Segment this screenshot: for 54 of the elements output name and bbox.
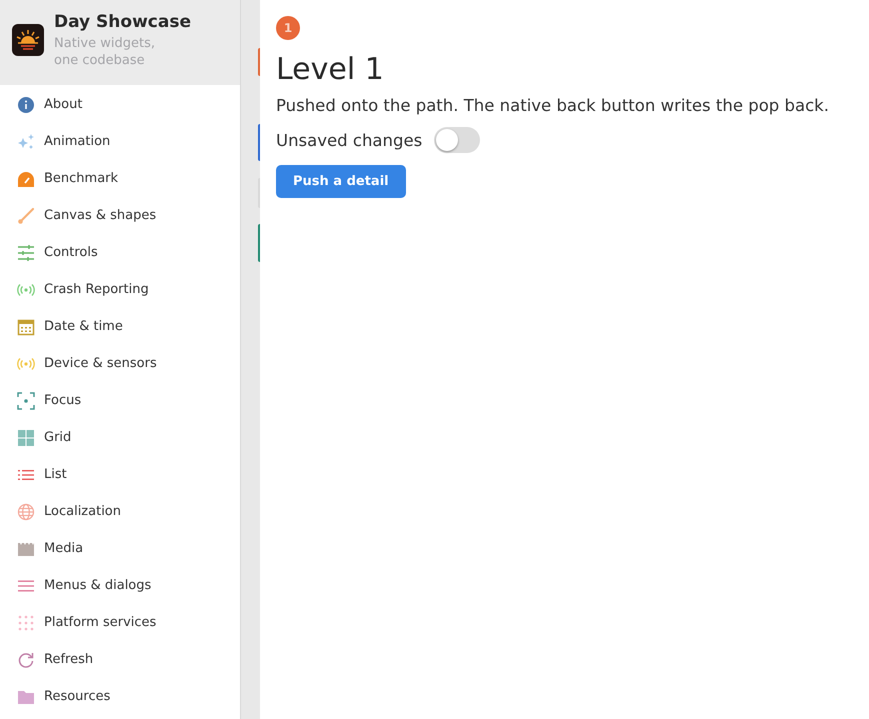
- sidebar-item-label: Resources: [44, 689, 110, 704]
- sidebar-item-label: Focus: [44, 393, 82, 408]
- sidebar-item-label: Grid: [44, 430, 72, 445]
- sidebar-item-label: Menus & dialogs: [44, 578, 152, 593]
- push-detail-button[interactable]: Push a detail: [276, 165, 406, 198]
- info-icon: [17, 96, 35, 114]
- sidebar-item[interactable]: Crash Reporting: [0, 271, 240, 308]
- sidebar-item[interactable]: About: [0, 86, 240, 123]
- unsaved-changes-toggle[interactable]: [434, 127, 480, 153]
- sidebar-item-label: Benchmark: [44, 171, 118, 186]
- gauge-icon: [17, 170, 35, 188]
- sidebar-item[interactable]: Benchmark: [0, 160, 240, 197]
- sidebar-item-label: Media: [44, 541, 84, 556]
- sidebar-item[interactable]: Grid: [0, 419, 240, 456]
- app-title: Day Showcase: [54, 12, 191, 32]
- sidebar-item-label: Crash Reporting: [44, 282, 149, 297]
- sidebar-item[interactable]: Focus: [0, 382, 240, 419]
- sidebar-item-label: Date & time: [44, 319, 123, 334]
- sidebar-item[interactable]: Platform services: [0, 604, 240, 641]
- sidebar-item-label: Animation: [44, 134, 110, 149]
- sidebar-item[interactable]: Controls: [0, 234, 240, 271]
- sidebar-item[interactable]: Canvas & shapes: [0, 197, 240, 234]
- sidebar-item[interactable]: Media: [0, 530, 240, 567]
- level-badge: 1: [276, 16, 300, 40]
- description: Pushed onto the path. The native back button writes the pop back.: [276, 96, 830, 115]
- toggle-label: Unsaved changes: [276, 130, 422, 150]
- sidebar-item[interactable]: List: [0, 456, 240, 493]
- calendar-icon: [17, 318, 35, 336]
- sidebar-item[interactable]: Refresh: [0, 641, 240, 678]
- sidebar-item[interactable]: Menus & dialogs: [0, 567, 240, 604]
- sidebar-item-label: Controls: [44, 245, 98, 260]
- grid-icon: [17, 428, 35, 446]
- sunrise-logo-icon: [12, 24, 44, 56]
- dots-icon: [17, 614, 35, 632]
- sidebar-item-label: About: [44, 97, 82, 112]
- sidebar-item-label: Refresh: [44, 652, 94, 667]
- sidebar-item[interactable]: Device & sensors: [0, 345, 240, 382]
- sparkle-icon: [17, 132, 35, 150]
- sidebar-item-label: List: [44, 467, 67, 482]
- sidebar-item[interactable]: Resources: [0, 678, 240, 715]
- sliders-icon: [17, 244, 35, 262]
- sidebar-item[interactable]: Localization: [0, 493, 240, 530]
- sidebar-item[interactable]: Date & time: [0, 308, 240, 345]
- refresh-icon: [17, 650, 35, 668]
- sidebar-item-label: Localization: [44, 504, 121, 519]
- page-title: Level 1: [276, 52, 385, 87]
- sidebar-item-label: Device & sensors: [44, 356, 157, 371]
- sidebar-item-label: Canvas & shapes: [44, 208, 156, 223]
- sidebar-item[interactable]: Animation: [0, 123, 240, 160]
- brush-icon: [17, 206, 35, 224]
- globe-icon: [17, 502, 35, 520]
- focus-icon: [17, 392, 35, 410]
- sidebar-item-label: Platform services: [44, 615, 156, 630]
- app-subtitle: Native widgets, one codebase: [54, 35, 156, 69]
